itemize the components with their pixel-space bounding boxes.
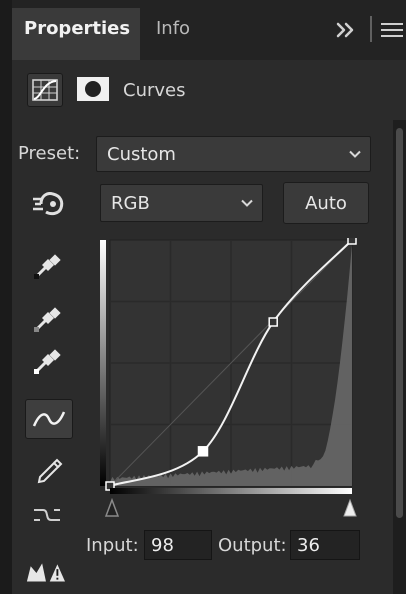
scrollbar-thumb[interactable] [396,128,403,518]
white-point-eyedropper-icon[interactable] [26,342,66,382]
white-input-slider[interactable] [343,498,357,517]
double-chevron-right-icon[interactable] [332,18,360,42]
black-input-slider[interactable] [104,497,120,517]
gray-point-eyedropper-icon[interactable] [26,300,66,340]
input-gradient-bar [110,488,352,494]
chevron-down-icon [348,144,362,165]
adjustment-title: Curves [123,80,186,101]
tab-divider [370,16,372,42]
smooth-curve-icon[interactable] [27,495,67,535]
pencil-icon[interactable] [28,449,68,489]
curve-control-point[interactable] [347,235,357,245]
tab-properties-label: Properties [24,18,131,39]
curve-control-point[interactable] [197,446,209,457]
preset-value: Custom [107,143,176,165]
preset-label: Preset: [18,143,81,164]
output-label: Output: [218,535,287,556]
tab-info[interactable]: Info [156,18,190,39]
preset-dropdown[interactable]: Custom [96,136,371,172]
curves-adjustment-icon[interactable] [27,73,63,107]
input-label: Input: [86,535,139,556]
clipping-warning-icon[interactable] [25,552,65,592]
input-field[interactable]: 98 [144,530,212,560]
channel-dropdown[interactable]: RGB [100,184,263,222]
hamburger-menu-icon[interactable] [380,20,404,40]
black-point-eyedropper-icon[interactable] [26,247,66,287]
curve-control-point[interactable] [268,317,278,327]
channel-value: RGB [111,192,150,214]
layer-mask-icon[interactable] [74,74,112,104]
curves-graph[interactable] [100,235,360,520]
target-adjustment-hand-icon[interactable] [29,183,69,223]
output-gradient-bar [100,240,106,486]
auto-button[interactable]: Auto [283,182,369,224]
output-field[interactable]: 36 [290,530,360,560]
chevron-down-icon [240,193,254,214]
curve-points-icon[interactable] [25,399,73,439]
